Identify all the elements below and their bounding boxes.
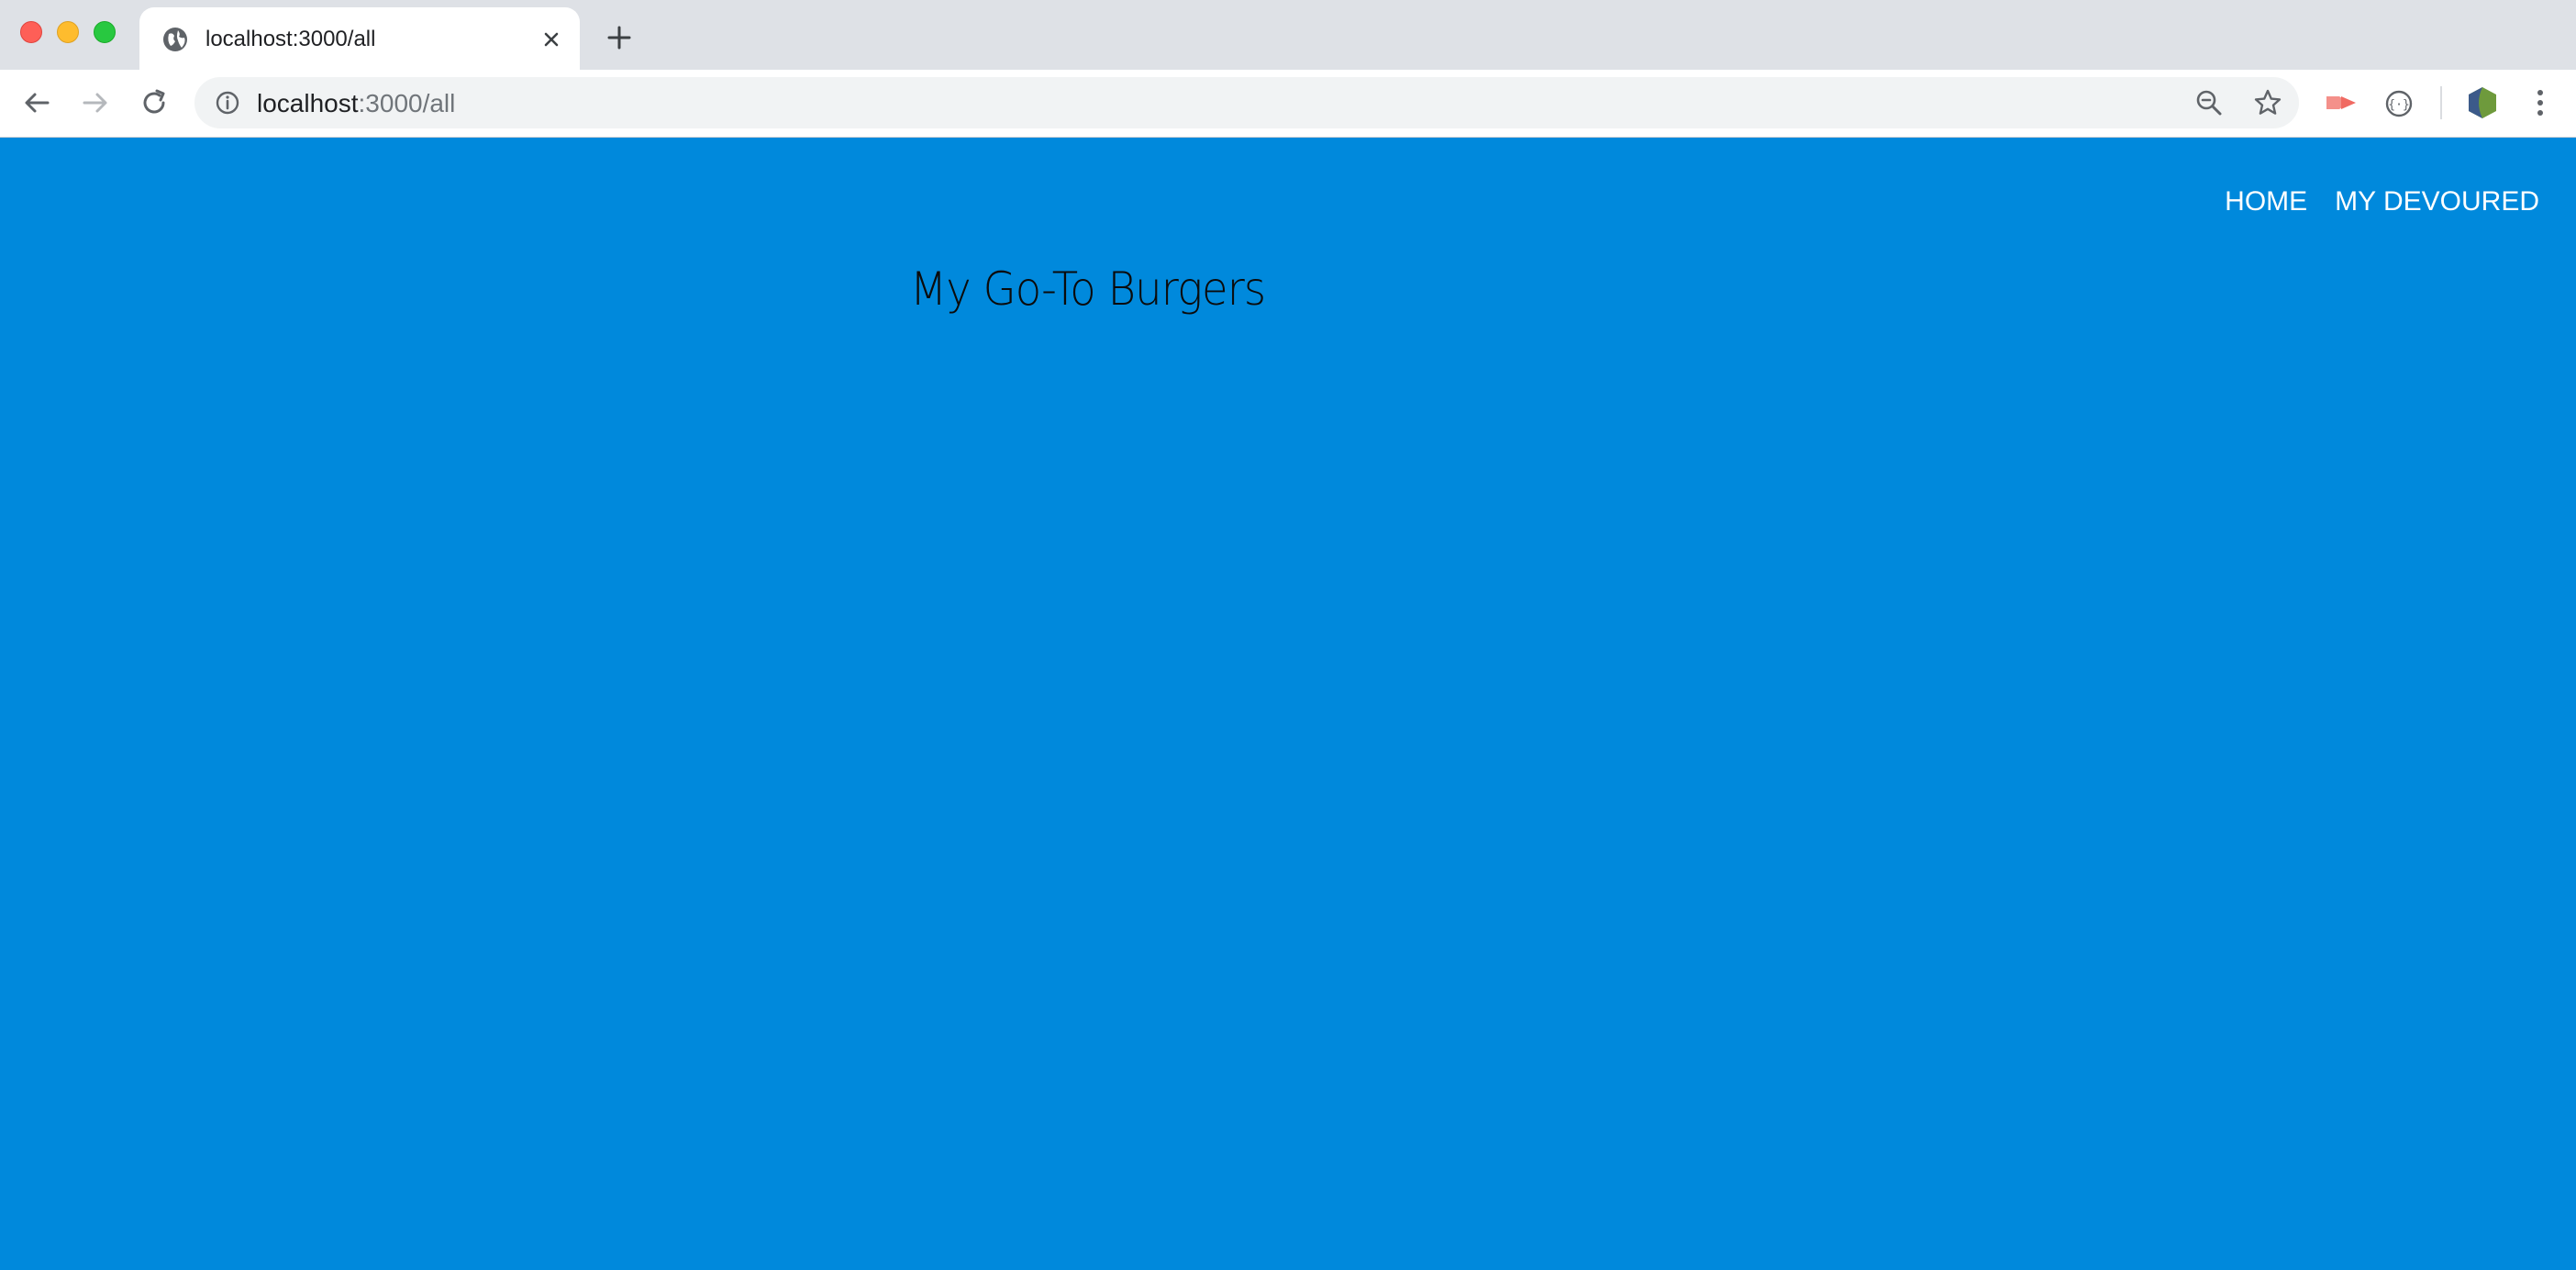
url-path: :3000/all bbox=[358, 89, 456, 117]
page-content: HOME MY DEVOURED My Go-To Burgers bbox=[0, 138, 2576, 1270]
reload-icon[interactable] bbox=[138, 86, 171, 119]
forward-icon[interactable] bbox=[79, 86, 112, 119]
toolbar-divider bbox=[2440, 86, 2442, 119]
top-nav: HOME MY DEVOURED bbox=[2225, 184, 2539, 220]
close-window-button[interactable] bbox=[20, 21, 42, 43]
globe-icon bbox=[163, 28, 187, 51]
browser-tab[interactable]: localhost:3000/all bbox=[139, 7, 580, 70]
info-icon[interactable] bbox=[213, 88, 242, 117]
svg-text:{·}: {·} bbox=[2388, 98, 2409, 112]
page-title: My Go-To Burgers bbox=[910, 262, 1266, 316]
nav-link-home[interactable]: HOME bbox=[2225, 184, 2307, 220]
tab-title: localhost:3000/all bbox=[205, 27, 376, 51]
nav-link-my-devoured[interactable]: MY DEVOURED bbox=[2335, 184, 2539, 220]
extension-icon[interactable]: {·} bbox=[2383, 88, 2415, 119]
back-icon[interactable] bbox=[20, 86, 53, 119]
menu-icon[interactable] bbox=[2526, 86, 2554, 119]
new-tab-icon[interactable] bbox=[604, 22, 635, 53]
browser-titlebar: localhost:3000/all bbox=[0, 0, 2576, 70]
url-host: localhost bbox=[257, 89, 359, 117]
star-icon[interactable] bbox=[2253, 88, 2282, 117]
close-tab-icon[interactable] bbox=[538, 26, 565, 53]
browser-toolbar: localhost:3000/all {·} bbox=[0, 70, 2576, 138]
address-bar[interactable]: localhost:3000/all bbox=[194, 77, 2299, 128]
profile-icon[interactable] bbox=[2464, 84, 2501, 121]
url-text[interactable]: localhost:3000/all bbox=[257, 90, 455, 117]
extension-icon[interactable] bbox=[2325, 88, 2358, 117]
zoom-out-icon[interactable] bbox=[2194, 88, 2224, 117]
maximize-window-button[interactable] bbox=[94, 21, 116, 43]
minimize-window-button[interactable] bbox=[57, 21, 79, 43]
